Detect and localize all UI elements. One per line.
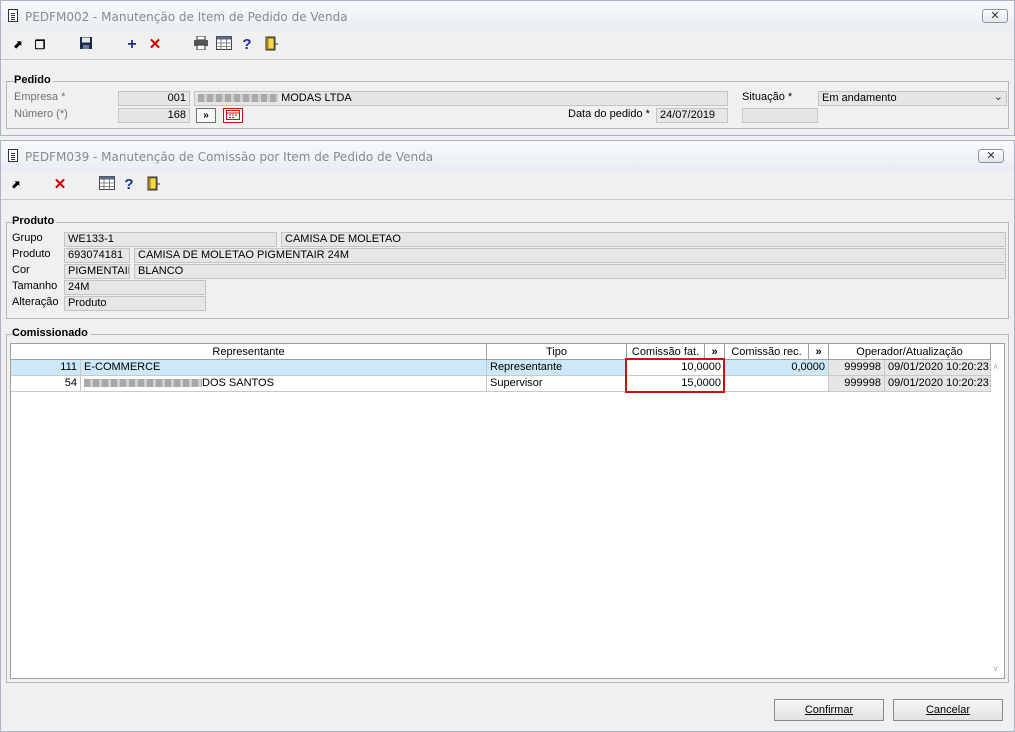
cancel-label: Cancelar (925, 704, 971, 716)
tamanho-label: Tamanho (12, 280, 58, 292)
empresa-name-field[interactable]: MODAS LTDA (194, 91, 728, 106)
row-tipo[interactable]: Representante (487, 360, 627, 376)
comissao-window: PEDFM039 - Manutenção de Comissão por It… (0, 140, 1015, 732)
calendar-icon (226, 110, 240, 120)
row-codigo[interactable]: 111 (11, 360, 81, 376)
alteracao-field: Produto (64, 296, 206, 311)
pedido-close-button[interactable]: ✕ (982, 9, 1008, 23)
comissao-titlebar: PEDFM039 - Manutenção de Comissão por It… (1, 141, 1014, 171)
row-atualizacao: 09/01/2020 10:20:23 (885, 360, 991, 376)
confirm-label: Confirmar (804, 704, 854, 716)
comissionado-group-title: Comissionado (12, 327, 90, 339)
tamanho-field: 24M (64, 280, 206, 295)
delete-icon[interactable]: ✕ (51, 176, 69, 194)
produto-group-title: Produto (12, 215, 57, 227)
grid-icon[interactable] (215, 36, 233, 54)
produto-label: Produto (12, 248, 51, 260)
grupo-label: Grupo (12, 232, 43, 244)
select-arrow-icon[interactable]: ⬈ (9, 36, 27, 54)
row-comissao-rec[interactable]: 0,0000 (725, 360, 829, 376)
col-tipo-header[interactable]: Tipo (487, 344, 627, 360)
select-arrow-icon[interactable]: ⬈ (7, 176, 25, 194)
col-representante-header[interactable]: Representante (11, 344, 487, 360)
row-atualizacao: 09/01/2020 10:20:23 (885, 376, 991, 392)
empresa-code-field[interactable]: 001 (118, 91, 190, 106)
empresa-name-text: MODAS LTDA (281, 92, 352, 104)
exit-door-icon[interactable] (263, 36, 281, 54)
confirm-button[interactable]: Confirmar (774, 699, 884, 721)
copy-icon[interactable]: ❐ (31, 36, 49, 54)
grupo-code-field: WE133-1 (64, 232, 277, 247)
produto-desc-field: CAMISA DE MOLETAO PIGMENTAIR 24M (134, 248, 1006, 263)
pedido-titlebar: PEDFM002 - Manutenção de Item de Pedido … (1, 1, 1014, 31)
col-comissao-rec-header[interactable]: Comissão rec. (725, 344, 809, 360)
chevron-down-icon: ⌄ (993, 91, 1003, 103)
help-icon[interactable]: ? (120, 176, 138, 194)
comissionado-group: Comissionado Representante Tipo Comissão… (6, 327, 1009, 683)
situacao-extra-field (742, 108, 818, 123)
calendar-button[interactable] (223, 108, 243, 123)
pedido-group: Pedido Empresa * 001 MODAS LTDA Número (… (6, 74, 1009, 129)
row-operador: 999998 (829, 376, 885, 392)
redacted-text (198, 94, 278, 103)
row-comissao-rec[interactable] (725, 376, 829, 392)
situacao-label: Situação * (742, 91, 793, 103)
row-nome[interactable]: E-COMMERCE (81, 360, 487, 376)
grupo-desc-field: CAMISA DE MOLETAO (281, 232, 1006, 247)
numero-expand-button[interactable]: » (196, 108, 216, 123)
document-icon (8, 149, 18, 162)
empresa-label: Empresa * (14, 91, 66, 103)
comissao-window-title: PEDFM039 - Manutenção de Comissão por It… (25, 150, 434, 164)
document-icon (8, 9, 18, 22)
delete-icon[interactable]: ✕ (146, 36, 164, 54)
alteracao-label: Alteração (12, 296, 59, 308)
numero-field[interactable]: 168 (118, 108, 190, 123)
grid-icon[interactable] (98, 176, 116, 194)
pedido-group-title: Pedido (14, 74, 53, 86)
save-icon[interactable] (77, 36, 95, 54)
comissao-fat-highlight (625, 358, 725, 393)
cancel-button[interactable]: Cancelar (893, 699, 1003, 721)
row-operador: 999998 (829, 360, 885, 376)
cor-label: Cor (12, 264, 30, 276)
data-pedido-label: Data do pedido * (568, 108, 650, 120)
produto-code-field: 693074181 (64, 248, 130, 263)
row-codigo[interactable]: 54 (11, 376, 81, 392)
row-nome-cell[interactable]: DOS SANTOS (81, 376, 487, 392)
pedido-window-title: PEDFM002 - Manutenção de Item de Pedido … (25, 10, 348, 24)
exit-door-icon[interactable] (145, 176, 163, 194)
comissao-close-button[interactable]: ✕ (978, 149, 1004, 163)
col-comissao-rec-expand[interactable]: » (809, 344, 829, 360)
situacao-select[interactable]: Em andamento ⌄ (818, 91, 1007, 106)
cor-code-field: PIGMENTAIR (64, 264, 130, 279)
pedido-toolbar: ⬈ ❐ + ✕ ? (1, 31, 1014, 60)
add-icon[interactable]: + (123, 36, 141, 54)
comissionado-table: Representante Tipo Comissão fat. » Comis… (10, 343, 1005, 679)
produto-group: Produto Grupo WE133-1 CAMISA DE MOLETAO … (6, 215, 1009, 319)
col-operador-header[interactable]: Operador/Atualização (829, 344, 991, 360)
scroll-up-arrow[interactable]: ˄ (993, 362, 998, 372)
situacao-value: Em andamento (822, 92, 897, 104)
numero-label: Número (*) (14, 108, 68, 120)
help-icon[interactable]: ? (238, 36, 256, 54)
pedido-window: PEDFM002 - Manutenção de Item de Pedido … (0, 0, 1015, 136)
row-nome: DOS SANTOS (202, 377, 274, 389)
print-icon[interactable] (192, 35, 210, 54)
scroll-down-arrow[interactable]: ˅ (993, 664, 998, 674)
comissao-toolbar: ⬈ ✕ ? (1, 171, 1014, 200)
cor-desc-field: BLANCO (134, 264, 1006, 279)
data-pedido-field[interactable]: 24/07/2019 (656, 108, 728, 123)
row-tipo[interactable]: Supervisor (487, 376, 627, 392)
redacted-text (84, 379, 202, 388)
